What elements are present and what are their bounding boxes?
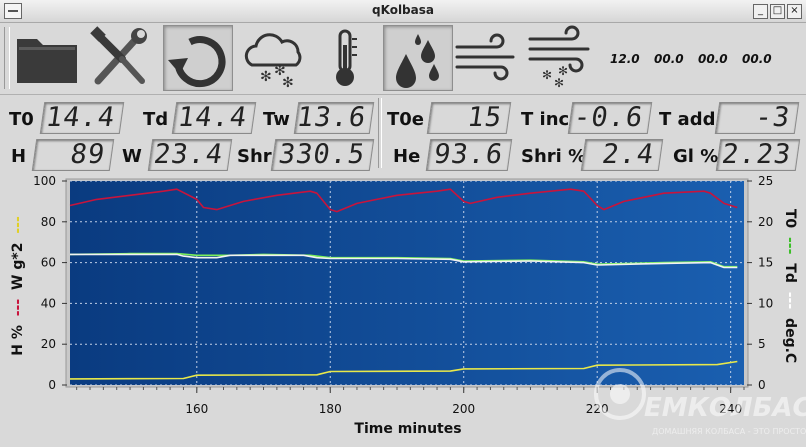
tinc-value: -0.6 [567,102,653,134]
tw-label: Tw [263,109,290,130]
watermark-subtitle: ДОМАШНЯЯ КОЛБАСА - ЭТО ПРОСТО! [652,427,806,436]
right-axis-label-unit: deg.C [782,318,798,363]
panel-separator [378,98,382,168]
indicator-value-3: 00.0 [698,52,728,66]
x-axis-label: Time minutes [354,421,461,437]
t0-label: T0 [9,109,34,130]
indicator-value-1: 12.0 [610,52,640,66]
indicator-value-2: 00.0 [654,52,684,66]
tinc-label: T inc [521,109,570,130]
left-axis-dash-humidity: --- [10,299,26,317]
tw-value: 13.6 [293,102,375,134]
minimize-button[interactable]: _ [753,4,768,19]
plot-area[interactable] [70,181,744,385]
right-axis-label-t0: T0 [782,209,798,229]
y-left-tick-label: 20 [41,337,56,351]
tadd-label: T add [659,109,716,130]
humidity-button[interactable] [383,25,453,91]
t0e-value: 15 [426,102,512,134]
td-value: 14.4 [171,102,257,134]
history-chart: 160 180 200 220 240 0 20 40 60 80 100 0 5 10 15 20 25 Ti… [0,176,806,447]
indicator-value-4: 00.0 [742,52,772,66]
chart-svg: 160 180 200 220 2400204060801000510152025 Ti… [10,176,806,437]
svg-text:H % --- W g*2: H % --- W g*2 --- [10,216,26,356]
h-value: 89 [31,139,115,171]
w-label: W [122,146,142,167]
t0-value: 14.4 [39,102,125,134]
maximize-button[interactable]: □ [770,4,785,19]
he-value: 93.6 [425,139,513,171]
y-right-tick-label: 0 [758,378,766,392]
y-right-tick-label: 20 [758,215,773,229]
x-tick-label: 180 [319,402,342,416]
svg-text:T0 --- Td: T0 --- Td --- deg.C [782,209,798,363]
right-axis-label-td: Td [782,263,798,283]
refresh-icon [168,36,226,88]
td-label: Td [143,109,169,130]
toolbar-grip[interactable] [4,27,10,89]
gl-pct-label: Gl % [673,146,719,167]
shri-pct-label: Shri % [521,146,587,167]
y-left-tick-label: 100 [33,176,56,188]
shr-value: 330.5 [270,139,375,171]
w-value: 23.4 [147,139,233,171]
thermometer-icon [336,29,357,86]
y-left-tick-label: 0 [48,378,56,392]
left-axis-label: H % --- W g*2 --- [10,216,26,356]
svg-text:✻: ✻ [554,76,564,90]
settings-button[interactable] [84,25,154,91]
shr-label: Shr [237,146,272,167]
temperature-button[interactable] [310,25,380,91]
left-axis-label-weight: W g*2 [10,243,26,290]
right-axis-dash-t0: --- [782,237,798,255]
snow-button[interactable]: ✻ ✻ ✻ [240,25,310,91]
y-right-tick-label: 10 [758,296,773,310]
he-label: He [393,146,421,167]
y-right-tick-label: 5 [758,337,766,351]
svg-text:✻: ✻ [282,75,294,91]
wind-snow-button[interactable]: ✻ ✻ ✻ [526,25,596,91]
x-tick-label: 200 [452,402,475,416]
left-axis-dash-weight: --- [10,216,26,234]
h-label: H [11,146,27,167]
open-button[interactable] [12,25,82,91]
refresh-button[interactable] [163,25,233,91]
watermark-title: ЕМКОЛБАСКИ [644,393,806,423]
y-right-tick-label: 15 [758,256,773,270]
wind-snow-icon: ✻✻✻ [528,25,590,90]
svg-text:✻: ✻ [542,68,552,82]
right-axis-label: T0 --- Td --- deg.C [782,209,798,363]
right-axis-dash-td: --- [782,292,798,310]
y-right-tick-label: 25 [758,176,773,188]
svg-text:✻: ✻ [558,64,568,78]
shri-pct-value: 2.4 [580,139,664,171]
t0e-label: T0e [387,109,425,130]
water-drops-icon [396,34,439,88]
window-title: qKolbasa [372,3,434,17]
svg-text:✻: ✻ [260,69,272,85]
folder-icon [17,39,77,83]
wind-button[interactable] [453,25,523,91]
tools-icon [90,26,147,85]
toolbar: ✻ ✻ ✻ ✻ ✻ ✻ 12.0 00.0 00.0 00.0 [0,23,806,95]
wind-icon [455,33,515,81]
gl-pct-value: 2.23 [715,139,801,171]
tadd-value: -3 [714,102,800,134]
title-bar: qKolbasa _ □ × [0,0,806,23]
y-left-tick-label: 40 [41,296,56,310]
readings-panel: T0 14.4 Td 14.4 Tw 13.6 T0e 15 T inc -0.… [0,95,806,175]
y-left-tick-label: 80 [41,215,56,229]
snow-cloud-icon: ✻ ✻✻ [244,33,302,91]
close-button[interactable]: × [787,4,802,19]
x-tick-label: 160 [185,402,208,416]
y-left-tick-label: 60 [41,256,56,270]
left-axis-label-humidity: H % [10,325,26,356]
